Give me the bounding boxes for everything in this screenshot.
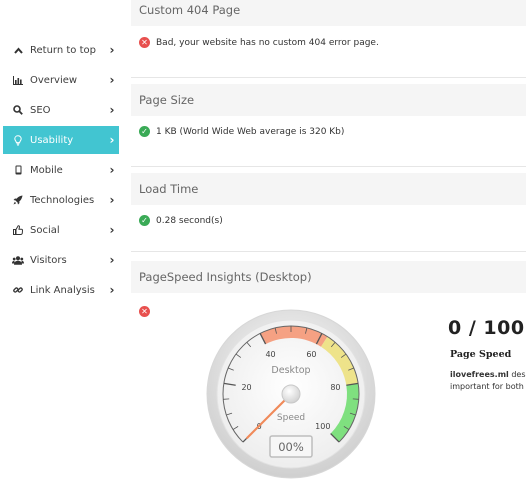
sidebar-item-label: Return to top — [30, 44, 96, 56]
description-text: desk — [511, 370, 526, 379]
sidebar-item-label: Technologies — [30, 194, 95, 206]
sidebar-item-social[interactable]: Social › — [3, 216, 119, 244]
bar-chart-icon — [12, 75, 24, 85]
section-header-pagespeed: PageSpeed Insights (Desktop) — [131, 261, 526, 293]
chevron-right-icon: › — [109, 43, 115, 57]
main-content: Custom 404 Page ✕ Bad, your website has … — [131, 0, 526, 480]
users-icon — [12, 255, 24, 265]
sidebar: Return to top › Overview › SEO › Usabili… — [0, 0, 122, 480]
chevron-right-icon: › — [109, 103, 115, 117]
pagespeed-score: 0 / 100 — [448, 317, 525, 339]
divider — [131, 251, 526, 252]
chevron-right-icon: › — [109, 73, 115, 87]
divider — [131, 77, 526, 78]
chevron-right-icon: › — [109, 193, 115, 207]
sidebar-item-return-to-top[interactable]: Return to top › — [3, 36, 119, 64]
sidebar-item-overview[interactable]: Overview › — [3, 66, 119, 94]
site-domain: ilovefrees.ml — [450, 370, 509, 379]
lightbulb-icon — [12, 134, 24, 146]
gauge-subtitle: Speed — [277, 413, 305, 423]
thumbs-up-icon — [12, 225, 24, 235]
result-pagespeed: ✕ — [139, 306, 156, 317]
sidebar-item-seo[interactable]: SEO › — [3, 96, 119, 124]
rocket-icon — [12, 195, 24, 205]
gauge-hub — [281, 384, 301, 404]
pagespeed-description: ilovefrees.ml desk important for both — [450, 369, 526, 393]
error-icon: ✕ — [139, 306, 150, 317]
chevron-right-icon: › — [109, 163, 115, 177]
sidebar-item-mobile[interactable]: Mobile › — [3, 156, 119, 184]
sidebar-item-technologies[interactable]: Technologies › — [3, 186, 119, 214]
check-icon: ✓ — [139, 215, 150, 226]
section-title: Page Size — [139, 93, 195, 107]
description-text-line2: important for both — [450, 382, 524, 391]
sidebar-item-usability[interactable]: Usability › — [3, 126, 119, 154]
section-header-custom-404: Custom 404 Page — [131, 0, 526, 26]
sidebar-item-label: SEO — [30, 104, 51, 116]
section-title: Custom 404 Page — [139, 3, 241, 17]
mobile-icon — [12, 165, 24, 175]
chevron-right-icon: › — [109, 253, 115, 267]
tick-label: 100 — [315, 422, 330, 431]
section-title: PageSpeed Insights (Desktop) — [139, 270, 312, 284]
result-text: 0.28 second(s) — [156, 215, 223, 226]
sidebar-item-label: Overview — [30, 74, 78, 86]
check-icon: ✓ — [139, 126, 150, 137]
divider — [131, 166, 526, 167]
section-title: Load Time — [139, 182, 199, 196]
section-header-load-time: Load Time — [131, 173, 526, 205]
sidebar-item-label: Usability — [30, 134, 74, 146]
section-header-page-size: Page Size — [131, 84, 526, 116]
chevron-right-icon: › — [109, 283, 115, 297]
gauge-readout: 00% — [278, 440, 304, 454]
speed-gauge: 0 20 40 60 80 100 Desktop Speed 00% — [206, 309, 376, 479]
result-load-time: ✓ 0.28 second(s) — [139, 215, 223, 226]
chevron-right-icon: › — [109, 133, 115, 147]
tick-label: 80 — [330, 383, 340, 392]
sidebar-item-label: Social — [30, 224, 60, 236]
result-text: Bad, your website has no custom 404 erro… — [156, 37, 379, 48]
tick-label: 40 — [265, 350, 275, 359]
chevron-right-icon: › — [109, 223, 115, 237]
result-custom-404: ✕ Bad, your website has no custom 404 er… — [139, 37, 379, 48]
sidebar-item-label: Link Analysis — [30, 284, 95, 296]
pagespeed-score-label: Page Speed — [450, 349, 512, 360]
gauge-title: Desktop — [271, 365, 310, 376]
search-icon — [12, 105, 24, 115]
chevron-up-icon — [12, 46, 24, 54]
error-icon: ✕ — [139, 37, 150, 48]
tick-label: 20 — [241, 383, 251, 392]
result-text: 1 KB (World Wide Web average is 320 Kb) — [156, 126, 345, 137]
sidebar-item-label: Mobile — [30, 164, 63, 176]
sidebar-item-visitors[interactable]: Visitors › — [3, 246, 119, 274]
link-icon — [12, 285, 24, 295]
sidebar-item-label: Visitors — [30, 254, 67, 266]
tick-label: 60 — [306, 350, 316, 359]
result-page-size: ✓ 1 KB (World Wide Web average is 320 Kb… — [139, 126, 344, 137]
sidebar-item-link-analysis[interactable]: Link Analysis › — [3, 276, 119, 304]
